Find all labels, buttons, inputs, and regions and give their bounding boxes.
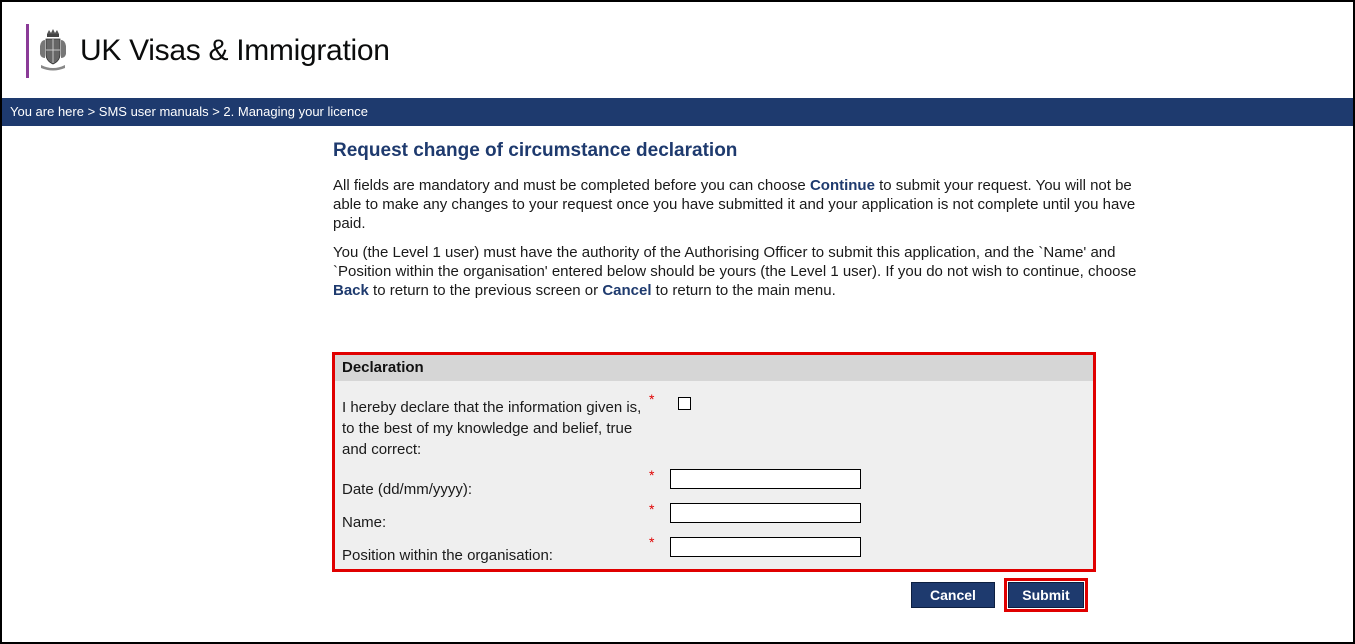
position-input[interactable] [670, 537, 861, 557]
para2-text-c: to return to the main menu. [651, 282, 836, 299]
breadcrumb: You are here > SMS user manuals > 2. Man… [2, 98, 1353, 126]
position-label: Position within the organisation: [342, 547, 553, 564]
name-label: Name: [342, 514, 387, 531]
name-input[interactable] [670, 503, 861, 523]
para2-text-a: You (the Level 1 user) must have the aut… [333, 244, 1137, 280]
required-marker: * [649, 534, 655, 550]
declaration-heading: Declaration [335, 355, 1093, 381]
required-marker: * [649, 501, 655, 517]
royal-crest-icon [40, 29, 66, 71]
back-keyword: Back [333, 282, 369, 299]
cancel-keyword: Cancel [602, 282, 652, 299]
submit-button[interactable]: Submit [1008, 582, 1084, 608]
declare-checkbox[interactable] [678, 397, 691, 410]
date-label: Date (dd/mm/yyyy): [342, 481, 473, 498]
declare-label: I hereby declare that the information gi… [342, 399, 642, 458]
breadcrumb-text: You are here > SMS user manuals > 2. Man… [10, 104, 368, 119]
date-input[interactable] [670, 469, 861, 489]
brand-title: UK Visas & Immigration [80, 34, 390, 67]
para1-text-a: All fields are mandatory and must be com… [333, 177, 810, 194]
instructions-paragraph-2: You (the Level 1 user) must have the aut… [333, 243, 1153, 300]
site-header: UK Visas & Immigration [2, 2, 1353, 98]
continue-keyword: Continue [809, 177, 875, 194]
required-marker: * [649, 467, 655, 483]
declaration-panel: Declaration I hereby declare that the in… [332, 352, 1096, 572]
para2-text-b: to return to the previous screen or [368, 282, 603, 299]
submit-highlight: Submit [1004, 578, 1088, 612]
page-title: Request change of circumstance declarati… [333, 140, 738, 161]
brand-accent-bar [26, 24, 29, 78]
instructions-paragraph-1: All fields are mandatory and must be com… [333, 176, 1153, 233]
main-content: Request change of circumstance declarati… [333, 140, 1153, 310]
required-marker: * [649, 391, 655, 407]
cancel-button[interactable]: Cancel [911, 582, 995, 608]
